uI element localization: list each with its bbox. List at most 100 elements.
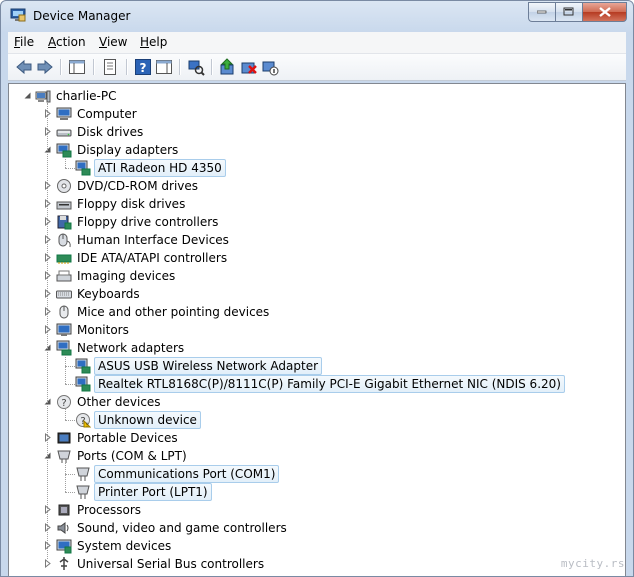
- tree-category-other-devices[interactable]: ? Other devices: [9, 393, 609, 411]
- back-icon[interactable]: [15, 58, 33, 76]
- tree-node-label: Computer: [77, 107, 137, 121]
- tree-device-item[interactable]: Printer Port (LPT1): [9, 483, 609, 501]
- usb-controller-icon: [59, 557, 69, 570]
- tree-device-item[interactable]: ATI Radeon HD 4350: [9, 159, 609, 177]
- tree-category-human-interface-devices[interactable]: Human Interface Devices: [9, 231, 609, 249]
- close-icon: [598, 7, 611, 17]
- tree-device-item[interactable]: ASUS USB Wireless Network Adapter: [9, 357, 609, 375]
- update-driver-icon[interactable]: [219, 58, 237, 76]
- menu-file[interactable]: File: [14, 35, 34, 49]
- forward-icon[interactable]: [36, 58, 54, 76]
- tree-node-label: ATI Radeon HD 4350: [94, 159, 226, 177]
- tree-category-ports-com-lpt[interactable]: Ports (COM & LPT): [9, 447, 609, 465]
- tree-device-item[interactable]: ?! Unknown device: [9, 411, 609, 429]
- tree-node-label: Other devices: [77, 395, 161, 409]
- minimize-button[interactable]: [528, 2, 555, 22]
- maximize-button[interactable]: [555, 2, 582, 22]
- toolbar-separator: [126, 59, 128, 75]
- tree-category-keyboards[interactable]: Keyboards: [9, 285, 609, 303]
- tree-node-label: Disk drives: [77, 125, 144, 139]
- floppy-drive-icon: [56, 201, 72, 210]
- tree-category-disk-drives[interactable]: Disk drives: [9, 123, 609, 141]
- device-icon: [75, 160, 91, 176]
- menu-action[interactable]: Action: [48, 35, 86, 49]
- tree-line: [65, 492, 75, 493]
- title-bar[interactable]: Device Manager: [1, 1, 633, 31]
- dvd-drive-icon: [57, 179, 71, 193]
- disable-device-icon[interactable]: [261, 58, 279, 76]
- mouse-icon: [59, 305, 69, 319]
- expand-arrow-icon[interactable]: [43, 559, 52, 568]
- floppy-controller-icon: [57, 215, 72, 230]
- tree-line: [65, 355, 66, 384]
- tree-line: [65, 366, 75, 367]
- toolbar-separator: [211, 59, 213, 75]
- properties-icon[interactable]: [101, 58, 119, 76]
- port-icon: [76, 485, 90, 499]
- tree-node-label: Floppy drive controllers: [77, 215, 219, 229]
- hid-icon: [58, 233, 71, 248]
- tree-category-dvd-cd-rom-drives[interactable]: DVD/CD-ROM drives: [9, 177, 609, 195]
- portable-device-icon: [57, 432, 71, 444]
- tree-category-floppy-disk-drives[interactable]: Floppy disk drives: [9, 195, 609, 213]
- tree-device-item[interactable]: Communications Port (COM1): [9, 465, 609, 483]
- tree-category-universal-serial-bus-controllers[interactable]: Universal Serial Bus controllers: [9, 555, 609, 573]
- watermark: mycity.rs: [560, 557, 625, 570]
- keyboard-icon: [56, 290, 72, 299]
- tree-node-label: Imaging devices: [77, 269, 176, 283]
- other-devices-icon: ?: [57, 395, 71, 409]
- tree-node-label: Portable Devices: [77, 431, 178, 445]
- tree-category-imaging-devices[interactable]: Imaging devices: [9, 267, 609, 285]
- tree-category-mice-and-other-pointing-devices[interactable]: Mice and other pointing devices: [9, 303, 609, 321]
- close-button[interactable]: [582, 2, 627, 22]
- tree-category-portable-devices[interactable]: Portable Devices: [9, 429, 609, 447]
- help-icon[interactable]: ?: [134, 58, 152, 76]
- uninstall-icon[interactable]: [240, 58, 258, 76]
- menu-view[interactable]: View: [99, 35, 127, 49]
- toolbar: ?: [8, 54, 626, 81]
- tree-node-label: DVD/CD-ROM drives: [77, 179, 199, 193]
- tree-node-label: Unknown device: [94, 411, 201, 429]
- scan-hardware-icon[interactable]: [187, 58, 205, 76]
- device-manager-icon: [10, 8, 26, 22]
- collapse-arrow-icon[interactable]: [23, 91, 32, 100]
- show-hide-console-tree-icon[interactable]: [68, 58, 86, 76]
- tree-node-label: IDE ATA/ATAPI controllers: [77, 251, 228, 265]
- ide-controller-icon: [56, 254, 72, 264]
- tree-line: [65, 384, 75, 385]
- tree-root-node[interactable]: charlie-PC: [9, 87, 609, 105]
- tree-category-system-devices[interactable]: System devices: [9, 537, 609, 555]
- tree-category-ide-ata-atapi-controllers[interactable]: IDE ATA/ATAPI controllers: [9, 249, 609, 267]
- network-adapter-icon: [56, 340, 72, 356]
- toolbar-separator: [179, 59, 181, 75]
- computer-icon: [56, 107, 72, 120]
- svg-text:!: !: [86, 423, 88, 429]
- tree-category-monitors[interactable]: Monitors: [9, 321, 609, 339]
- tree-device-item[interactable]: Realtek RTL8168C(P)/8111C(P) Family PCI-…: [9, 375, 609, 393]
- tree-node-label: Display adapters: [77, 143, 179, 157]
- device-tree[interactable]: charlie-PC Computer Disk drives Display ada…: [8, 83, 626, 576]
- tree-category-sound-video-and-game-controllers[interactable]: Sound, video and game controllers: [9, 519, 609, 537]
- disk-drive-icon: [56, 129, 72, 137]
- tree-category-processors[interactable]: Processors: [9, 501, 609, 519]
- sound-icon: [57, 522, 69, 534]
- system-devices-icon: [56, 539, 72, 554]
- tree-category-network-adapters[interactable]: Network adapters: [9, 339, 609, 357]
- caption-buttons: [528, 2, 627, 22]
- tree-node-label: charlie-PC: [56, 89, 117, 103]
- menu-help[interactable]: Help: [140, 35, 167, 49]
- processor-icon: [58, 504, 70, 516]
- tree-category-computer[interactable]: Computer: [9, 105, 609, 123]
- tree-line: [65, 463, 66, 492]
- show-action-pane-icon[interactable]: [155, 58, 173, 76]
- tree-line: [65, 168, 75, 169]
- tree-node-label: System devices: [77, 539, 172, 553]
- tree-node-label: Realtek RTL8168C(P)/8111C(P) Family PCI-…: [94, 375, 565, 393]
- window-title: Device Manager: [33, 9, 131, 23]
- tree-category-display-adapters[interactable]: Display adapters: [9, 141, 609, 159]
- menu-bar: File Action View Help: [8, 32, 626, 54]
- tree-category-floppy-drive-controllers[interactable]: Floppy drive controllers: [9, 213, 609, 231]
- minimize-icon: [537, 10, 547, 14]
- device-manager-window: Device Manager File Action View Help ? c…: [0, 0, 634, 577]
- tree-line: [47, 103, 48, 559]
